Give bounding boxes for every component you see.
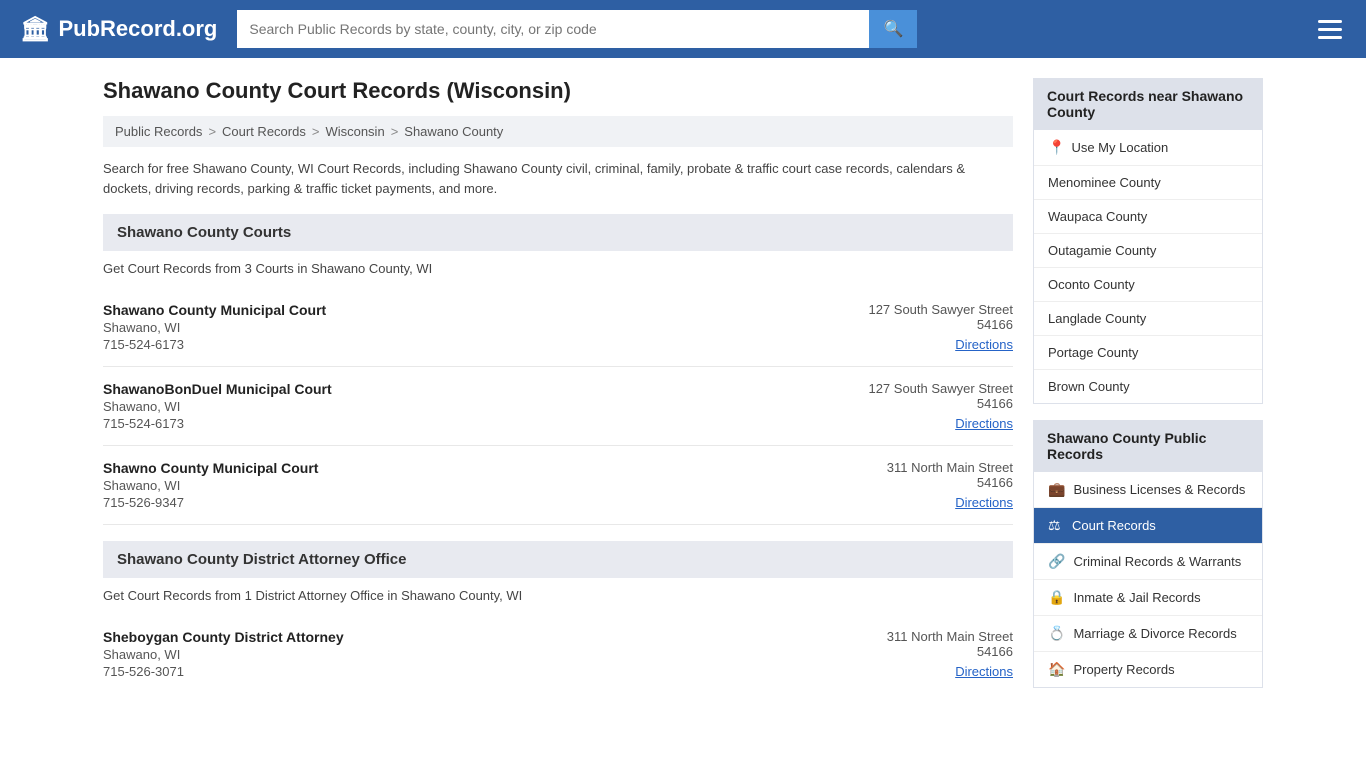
courts-section-desc: Get Court Records from 3 Courts in Shawa…	[103, 261, 1013, 276]
court-name-1: Shawano County Municipal Court	[103, 302, 813, 318]
da-city-1: Shawano, WI	[103, 647, 813, 662]
breadcrumb-wisconsin[interactable]: Wisconsin	[325, 124, 384, 139]
sidebar-record-criminal[interactable]: 🔗 Criminal Records & Warrants	[1034, 544, 1262, 580]
court-street-1: 127 South Sawyer Street	[813, 302, 1013, 317]
da-name-1: Sheboygan County District Attorney	[103, 629, 813, 645]
da-street-1: 311 North Main Street	[813, 629, 1013, 644]
sidebar-record-marriage-label: Marriage & Divorce Records	[1073, 626, 1236, 641]
search-icon: 🔍	[883, 19, 903, 39]
sidebar-records-list: 💼 Business Licenses & Records ⚖ Court Re…	[1033, 472, 1263, 688]
court-zip-3: 54166	[813, 475, 1013, 490]
da-info-1: Sheboygan County District Attorney Shawa…	[103, 629, 813, 679]
court-phone-3: 715-526-9347	[103, 495, 813, 510]
court-city-1: Shawano, WI	[103, 320, 813, 335]
da-entry-1: Sheboygan County District Attorney Shawa…	[103, 615, 1013, 693]
business-icon: 💼	[1048, 481, 1065, 498]
property-icon: 🏠	[1048, 661, 1065, 678]
court-phone-1: 715-524-6173	[103, 337, 813, 352]
sidebar-public-records-title: Shawano County Public Records	[1033, 420, 1263, 472]
search-input[interactable]	[237, 10, 869, 48]
sidebar-record-marriage[interactable]: 💍 Marriage & Divorce Records	[1034, 616, 1262, 652]
sidebar-record-inmate-label: Inmate & Jail Records	[1073, 590, 1200, 605]
court-address-2: 127 South Sawyer Street 54166 Directions	[813, 381, 1013, 431]
criminal-icon: 🔗	[1048, 553, 1065, 570]
sidebar-item-oconto[interactable]: Oconto County	[1034, 268, 1262, 302]
court-address-3: 311 North Main Street 54166 Directions	[813, 460, 1013, 510]
court-zip-2: 54166	[813, 396, 1013, 411]
sidebar-use-location[interactable]: 📍 Use My Location	[1034, 130, 1262, 166]
inmate-icon: 🔒	[1048, 589, 1065, 606]
page-title: Shawano County Court Records (Wisconsin)	[103, 78, 1013, 104]
directions-link-da-1[interactable]: Directions	[955, 664, 1013, 679]
breadcrumb-sep-3: >	[391, 124, 399, 139]
logo-icon: 🏛	[20, 15, 50, 44]
menu-button[interactable]	[1314, 16, 1346, 43]
marriage-icon: 💍	[1048, 625, 1065, 642]
da-zip-1: 54166	[813, 644, 1013, 659]
breadcrumb-sep-1: >	[208, 124, 216, 139]
page-container: Shawano County Court Records (Wisconsin)…	[83, 58, 1283, 713]
search-button[interactable]: 🔍	[869, 10, 917, 48]
sidebar-item-brown[interactable]: Brown County	[1034, 370, 1262, 403]
search-bar: 🔍	[237, 10, 917, 48]
location-icon: 📍	[1048, 139, 1065, 156]
page-description: Search for free Shawano County, WI Court…	[103, 159, 1013, 198]
main-content: Shawano County Court Records (Wisconsin)…	[103, 78, 1013, 693]
sidebar-record-property-label: Property Records	[1073, 662, 1174, 677]
site-header: 🏛 PubRecord.org 🔍	[0, 0, 1366, 58]
court-name-3: Shawno County Municipal Court	[103, 460, 813, 476]
court-address-1: 127 South Sawyer Street 54166 Directions	[813, 302, 1013, 352]
breadcrumb-court-records[interactable]: Court Records	[222, 124, 306, 139]
breadcrumb: Public Records > Court Records > Wiscons…	[103, 116, 1013, 147]
court-info-1: Shawano County Municipal Court Shawano, …	[103, 302, 813, 352]
da-section-header: Shawano County District Attorney Office	[103, 541, 1013, 578]
sidebar-record-business-label: Business Licenses & Records	[1073, 482, 1245, 497]
da-section-desc: Get Court Records from 1 District Attorn…	[103, 588, 1013, 603]
sidebar-use-location-label: Use My Location	[1071, 140, 1168, 155]
court-entry-1: Shawano County Municipal Court Shawano, …	[103, 288, 1013, 367]
sidebar-record-court[interactable]: ⚖ Court Records	[1034, 508, 1262, 544]
da-address-1: 311 North Main Street 54166 Directions	[813, 629, 1013, 679]
court-city-3: Shawano, WI	[103, 478, 813, 493]
court-name-2: ShawanoBonDuel Municipal Court	[103, 381, 813, 397]
sidebar-record-inmate[interactable]: 🔒 Inmate & Jail Records	[1034, 580, 1262, 616]
court-entry-2: ShawanoBonDuel Municipal Court Shawano, …	[103, 367, 1013, 446]
sidebar-nearby-list: 📍 Use My Location Menominee County Waupa…	[1033, 130, 1263, 404]
court-city-2: Shawano, WI	[103, 399, 813, 414]
court-phone-2: 715-524-6173	[103, 416, 813, 431]
sidebar-item-outagamie[interactable]: Outagamie County	[1034, 234, 1262, 268]
directions-link-2[interactable]: Directions	[955, 416, 1013, 431]
sidebar-item-portage[interactable]: Portage County	[1034, 336, 1262, 370]
sidebar-record-business[interactable]: 💼 Business Licenses & Records	[1034, 472, 1262, 508]
site-logo[interactable]: 🏛 PubRecord.org	[20, 15, 217, 44]
breadcrumb-sep-2: >	[312, 124, 320, 139]
da-phone-1: 715-526-3071	[103, 664, 813, 679]
court-street-2: 127 South Sawyer Street	[813, 381, 1013, 396]
court-icon: ⚖	[1048, 517, 1064, 534]
sidebar-item-waupaca[interactable]: Waupaca County	[1034, 200, 1262, 234]
courts-section-header: Shawano County Courts	[103, 214, 1013, 251]
sidebar-item-menominee[interactable]: Menominee County	[1034, 166, 1262, 200]
logo-text: PubRecord.org	[58, 16, 217, 42]
court-street-3: 311 North Main Street	[813, 460, 1013, 475]
breadcrumb-shawano: Shawano County	[404, 124, 503, 139]
directions-link-3[interactable]: Directions	[955, 495, 1013, 510]
court-zip-1: 54166	[813, 317, 1013, 332]
court-info-2: ShawanoBonDuel Municipal Court Shawano, …	[103, 381, 813, 431]
court-info-3: Shawno County Municipal Court Shawano, W…	[103, 460, 813, 510]
sidebar-record-property[interactable]: 🏠 Property Records	[1034, 652, 1262, 687]
sidebar: Court Records near Shawano County 📍 Use …	[1033, 78, 1263, 693]
directions-link-1[interactable]: Directions	[955, 337, 1013, 352]
breadcrumb-public-records[interactable]: Public Records	[115, 124, 202, 139]
sidebar-record-criminal-label: Criminal Records & Warrants	[1073, 554, 1241, 569]
court-entry-3: Shawno County Municipal Court Shawano, W…	[103, 446, 1013, 525]
sidebar-nearby-title: Court Records near Shawano County	[1033, 78, 1263, 130]
sidebar-record-court-label: Court Records	[1072, 518, 1156, 533]
sidebar-item-langlade[interactable]: Langlade County	[1034, 302, 1262, 336]
